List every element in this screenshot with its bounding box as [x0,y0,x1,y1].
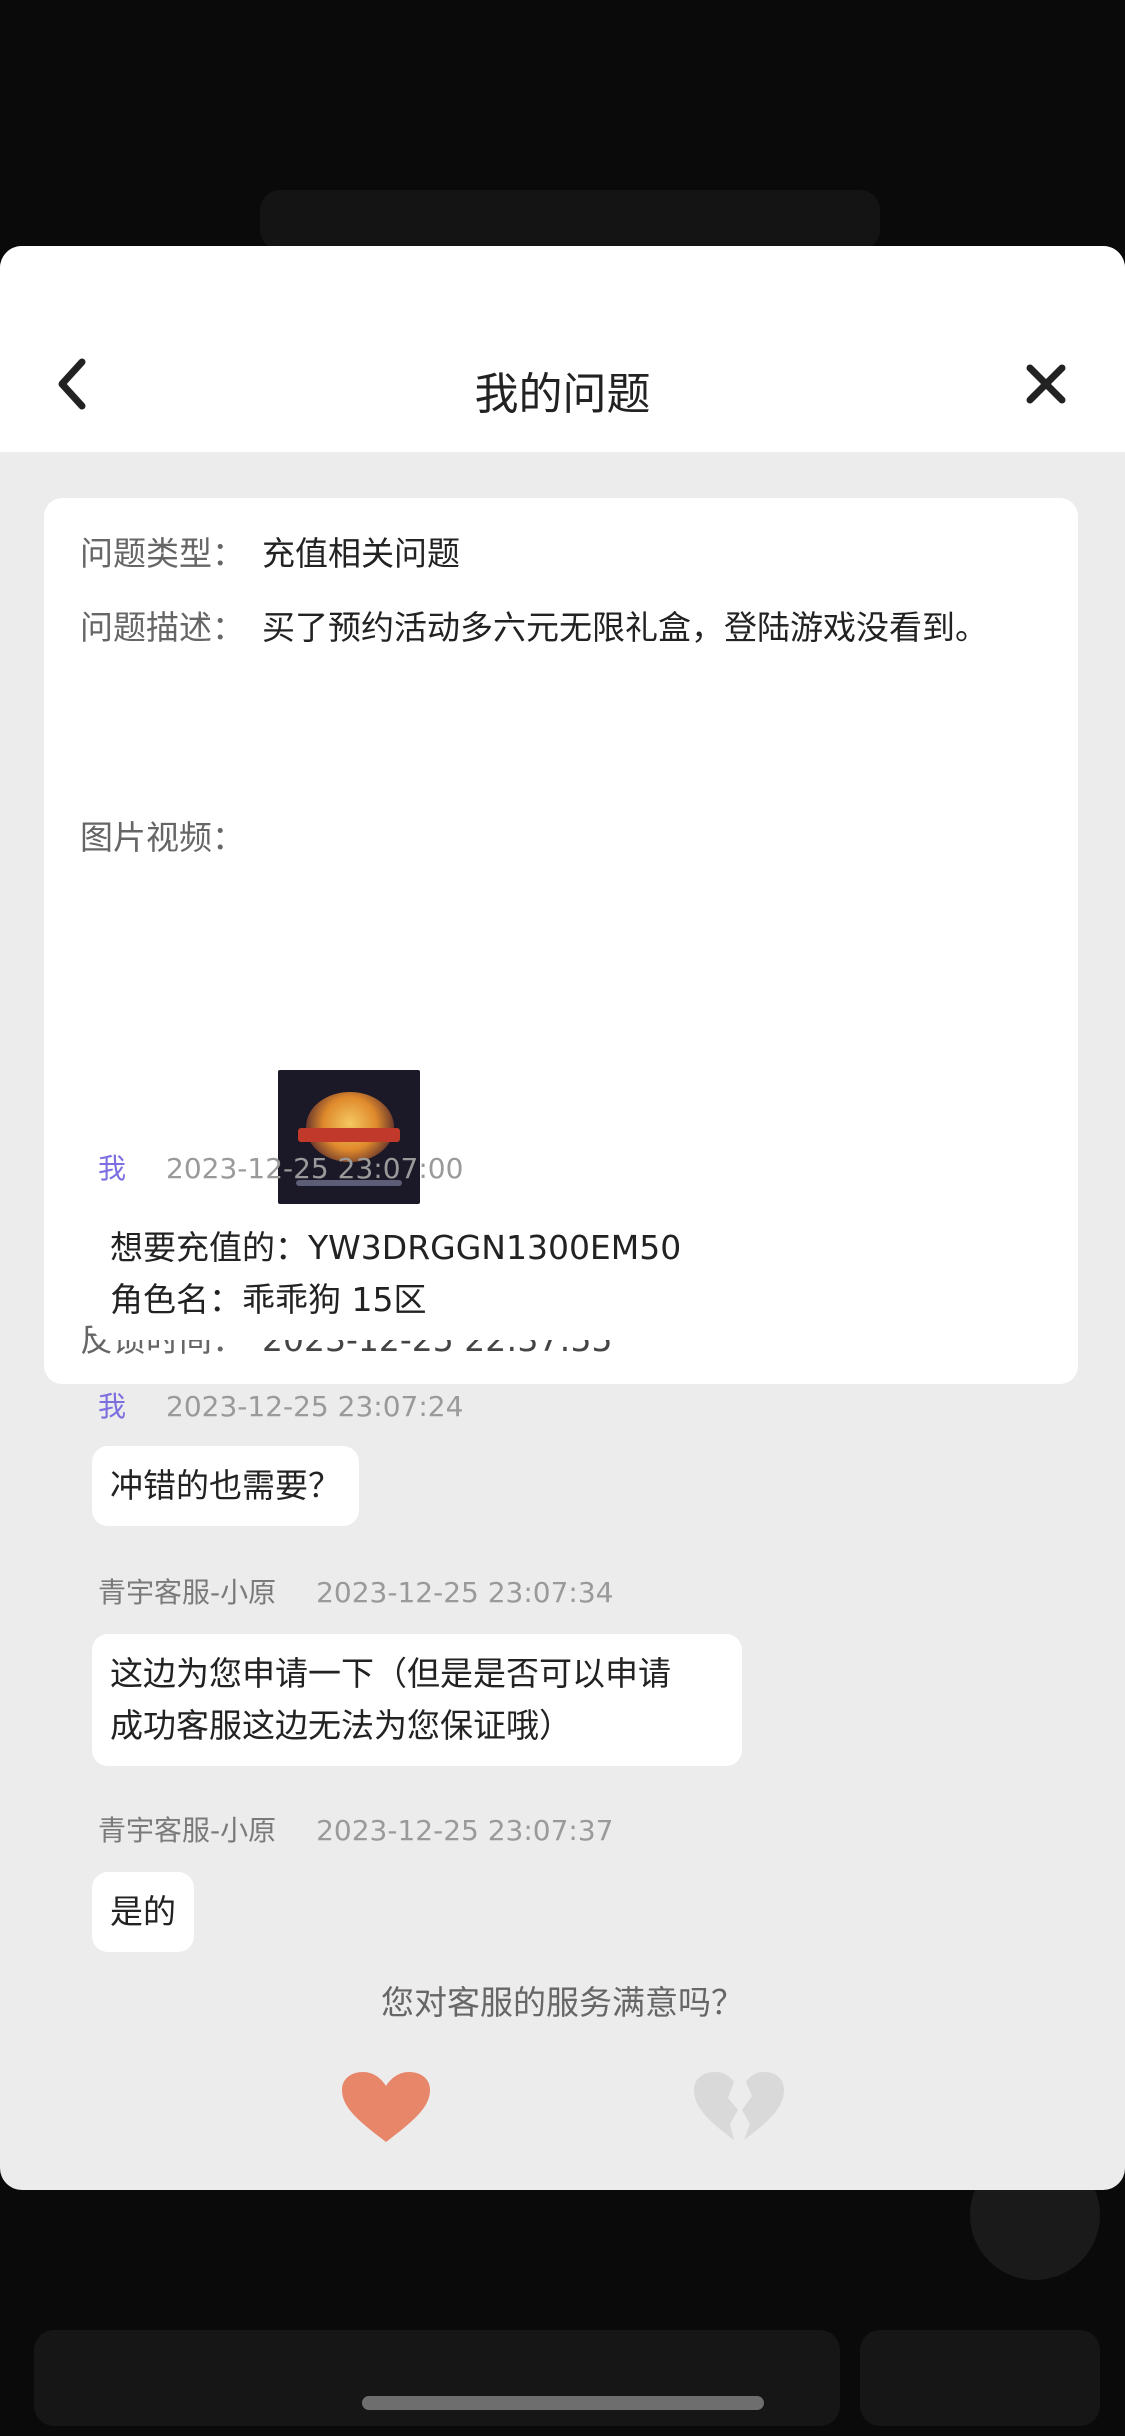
message-line: 成功客服这边无法为您保证哦） [110,1706,572,1745]
message-time: 2023-12-25 23:07:24 [166,1390,464,1423]
message-meta: 青宇客服-小原 2023-12-25 23:07:34 [98,1576,614,1610]
my-issue-modal: 我的问题 问题类型： 充值相关问题 问题描述： 买了预约活动多六元无限礼盒，登陆… [0,246,1125,2190]
home-indicator[interactable] [362,2396,764,2410]
satisfied-button[interactable] [340,2070,432,2148]
message-bubble: 是的 [92,1872,194,1952]
message-meta: 我 2023-12-25 23:07:00 [98,1152,463,1186]
issue-description-value: 买了预约活动多六元无限礼盒，登陆游戏没看到。 [262,608,988,647]
modal-title: 我的问题 [474,369,651,420]
message-line: 角色名：乖乖狗 15区 [110,1280,427,1319]
modal-header: 我的问题 [0,246,1125,452]
message-sender: 我 [98,1152,127,1185]
background-send-button [860,2330,1100,2426]
message-time: 2023-12-25 23:07:34 [316,1576,614,1609]
message-line: 是的 [110,1892,176,1931]
issue-type-value: 充值相关问题 [262,534,460,573]
message-time: 2023-12-25 23:07:00 [166,1152,464,1185]
message-bubble: 想要充值的：YW3DRGGN1300EM50 角色名：乖乖狗 15区 [92,1208,742,1340]
issue-description-row: 问题描述： 买了预约活动多六元无限礼盒，登陆游戏没看到。 [80,608,988,648]
issue-media-label: 图片视频： [80,818,245,857]
broken-heart-icon [694,2072,784,2140]
satisfaction-question: 您对客服的服务满意吗？ [381,1983,744,2022]
message-meta: 青宇客服-小原 2023-12-25 23:07:37 [98,1814,614,1848]
message-sender: 我 [98,1390,127,1423]
close-icon [1026,364,1066,404]
message-line: 冲错的也需要？ [110,1466,341,1505]
background-input-bar [34,2330,840,2426]
unsatisfied-button[interactable] [692,2070,786,2148]
background-banner [260,190,880,250]
message-time: 2023-12-25 23:07:37 [316,1814,614,1847]
close-button[interactable] [1018,356,1074,412]
message-sender: 青宇客服-小原 [98,1814,277,1847]
heart-icon [342,2072,430,2142]
issue-type-label: 问题类型： [80,534,245,573]
message-line: 想要充值的：YW3DRGGN1300EM50 [110,1228,682,1267]
message-bubble: 冲错的也需要？ [92,1446,359,1526]
issue-type-row: 问题类型： 充值相关问题 [80,534,460,574]
issue-media-row: 图片视频： [80,818,262,858]
message-meta: 我 2023-12-25 23:07:24 [98,1390,463,1424]
issue-description-label: 问题描述： [80,608,245,647]
message-sender: 青宇客服-小原 [98,1576,277,1609]
message-line: 这边为您申请一下（但是是否可以申请 [110,1654,671,1693]
message-bubble: 这边为您申请一下（但是是否可以申请 成功客服这边无法为您保证哦） [92,1634,742,1766]
